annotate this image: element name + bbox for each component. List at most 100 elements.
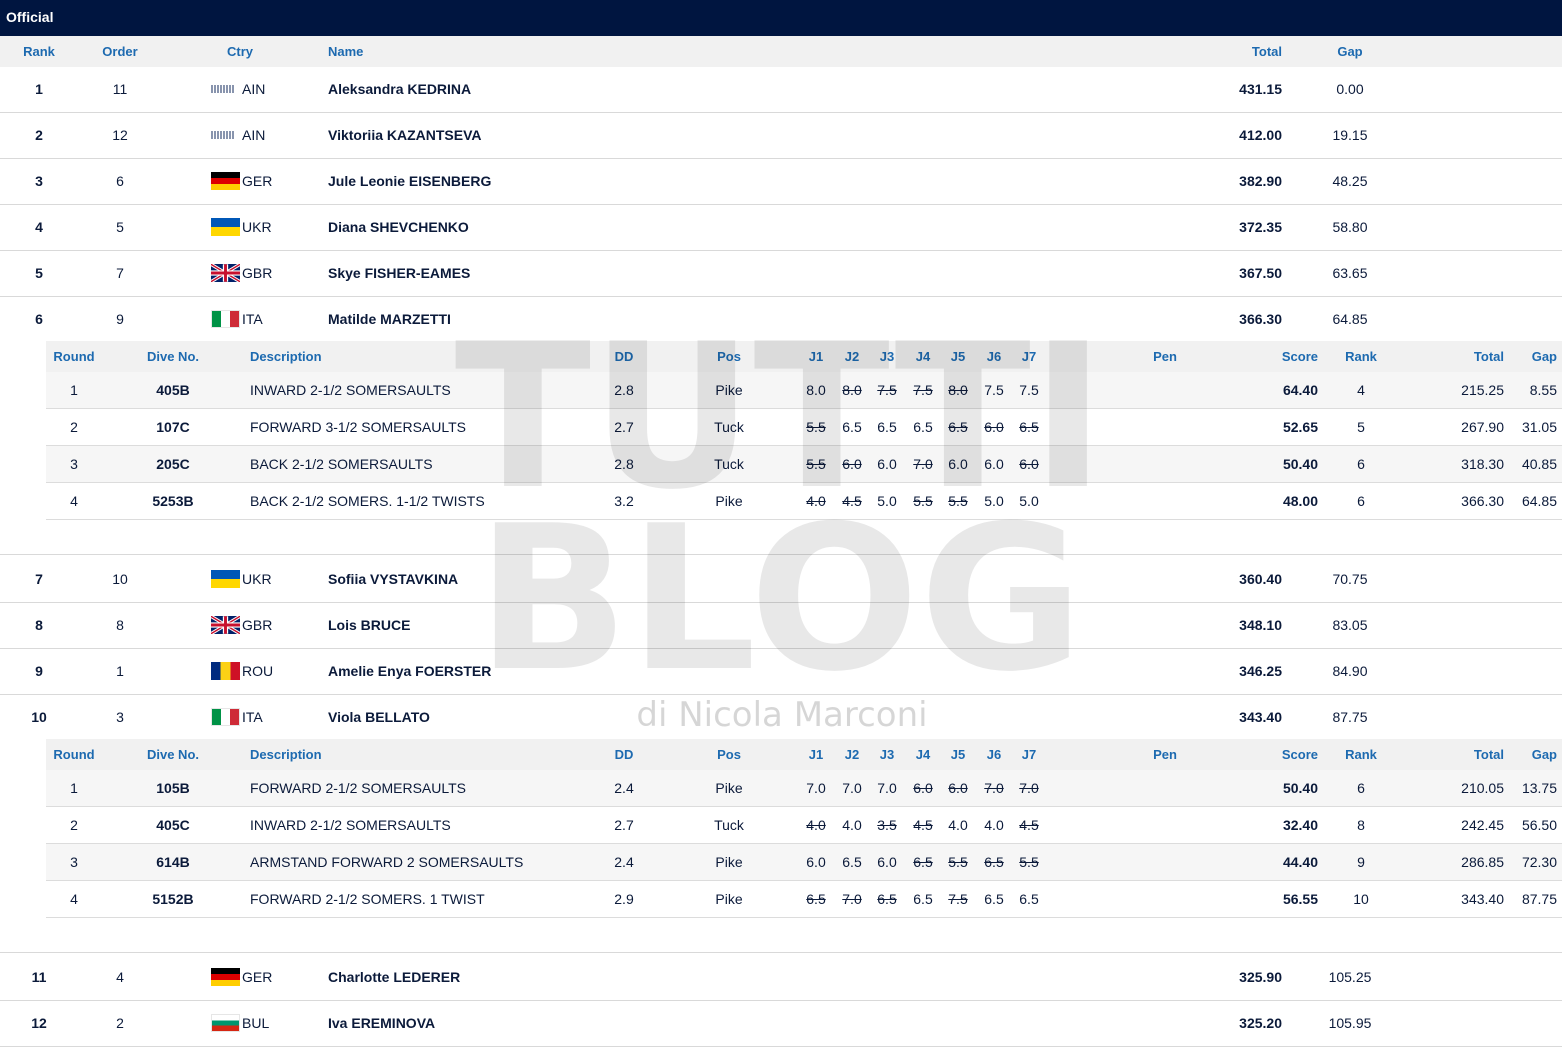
judge-score: 5.0 — [1019, 493, 1039, 509]
athlete-gap: 105.25 — [1328, 969, 1372, 985]
athlete-row[interactable]: 4 5 UKR Diana SHEVCHENKO 372.35 58.80 — [0, 205, 1562, 251]
judge-score: 8.0 — [842, 382, 862, 398]
dive-round: 2 — [70, 419, 78, 435]
athlete-name[interactable]: Diana SHEVCHENKO — [328, 205, 469, 249]
athlete-gap: 0.00 — [1336, 81, 1364, 97]
country-code: ITA — [242, 311, 263, 327]
dive-number: 205C — [156, 456, 190, 472]
dive-difficulty: 2.9 — [614, 891, 634, 907]
dive-difficulty: 2.7 — [614, 817, 634, 833]
country-code: ROU — [242, 663, 274, 679]
detail-col-j4: J4 — [915, 349, 931, 364]
athlete-name[interactable]: Sofiia VYSTAVKINA — [328, 557, 458, 601]
judge-score: 7.0 — [842, 780, 862, 796]
athlete-order: 2 — [116, 1015, 124, 1031]
detail-col-j2: J2 — [844, 349, 860, 364]
athlete-row[interactable]: 1 11 AIN Aleksandra KEDRINA 431.15 0.00 — [0, 67, 1562, 113]
athlete-total: 348.10 — [1239, 617, 1282, 633]
dive-difficulty: 2.4 — [614, 780, 634, 796]
results-table-header: Rank Order Ctry Name Total Gap — [0, 36, 1562, 67]
dive-description: FORWARD 2-1/2 SOMERS. 1 TWIST — [250, 891, 485, 907]
country-code: UKR — [242, 219, 272, 235]
athlete-order: 11 — [112, 81, 128, 97]
athlete-name[interactable]: Amelie Enya FOERSTER — [328, 649, 491, 693]
athlete-gap: 83.05 — [1332, 617, 1368, 633]
dive-difficulty: 2.8 — [614, 456, 634, 472]
athlete-gap: 48.25 — [1332, 173, 1368, 189]
athlete-total: 325.20 — [1239, 1015, 1282, 1031]
athlete-row[interactable]: 2 12 AIN Viktoriia KAZANTSEVA 412.00 19.15 — [0, 113, 1562, 159]
dive-gap: 31.05 — [1521, 419, 1557, 435]
judge-score: 7.5 — [984, 382, 1004, 398]
dive-position: Pike — [715, 382, 743, 398]
dive-rank: 9 — [1357, 854, 1365, 870]
athlete-name[interactable]: Viktoriia KAZANTSEVA — [328, 113, 482, 157]
athlete-order: 8 — [116, 617, 124, 633]
athlete-row[interactable]: 9 1 ROU Amelie Enya FOERSTER 346.25 84.90 — [0, 649, 1562, 695]
athlete-order: 4 — [116, 969, 124, 985]
dive-score: 64.40 — [1282, 382, 1318, 398]
dive-total: 215.25 — [1461, 382, 1504, 398]
col-order[interactable]: Order — [80, 36, 160, 67]
detail-col-pos: Pos — [717, 349, 741, 364]
dive-position: Pike — [715, 891, 743, 907]
country-code: AIN — [242, 81, 266, 97]
col-total[interactable]: Total — [1180, 36, 1282, 67]
athlete-rank: 7 — [35, 571, 43, 587]
dive-round: 1 — [70, 780, 78, 796]
athlete-total: 366.30 — [1239, 311, 1282, 327]
col-name[interactable]: Name — [328, 36, 363, 67]
dive-number: 5253B — [152, 493, 194, 509]
dive-difficulty: 2.4 — [614, 854, 634, 870]
athlete-row[interactable]: 8 8 GBR Lois BRUCE 348.10 83.05 — [0, 603, 1562, 649]
flag-ita-icon — [211, 310, 240, 328]
athlete-name[interactable]: Lois BRUCE — [328, 603, 410, 647]
athlete-name[interactable]: Aleksandra KEDRINA — [328, 67, 471, 111]
col-gap[interactable]: Gap — [1310, 36, 1390, 67]
athlete-name[interactable]: Charlotte LEDERER — [328, 955, 460, 999]
detail-col-round: Round — [53, 747, 95, 762]
athlete-name[interactable]: Matilde MARZETTI — [328, 297, 451, 341]
athlete-row[interactable]: 11 4 GER Charlotte LEDERER 325.90 105.25 — [0, 955, 1562, 1001]
detail-col-rank: Rank — [1345, 349, 1377, 364]
athlete-name[interactable]: Iva EREMINOVA — [328, 1001, 435, 1045]
athlete-row[interactable]: 7 10 UKR Sofiia VYSTAVKINA 360.40 70.75 — [0, 557, 1562, 603]
athlete-row[interactable]: 6 9 ITA Matilde MARZETTI 366.30 64.85 — [0, 297, 1562, 343]
detail-col-dive: Dive No. — [146, 349, 199, 364]
dive-description: FORWARD 2-1/2 SOMERSAULTS — [250, 780, 467, 796]
athlete-row[interactable]: 5 7 GBR Skye FISHER-EAMES 367.50 63.65 — [0, 251, 1562, 297]
dive-difficulty: 3.2 — [614, 493, 634, 509]
athlete-total: 372.35 — [1239, 219, 1282, 235]
dive-gap: 72.30 — [1521, 854, 1557, 870]
detail-col-j5: J5 — [950, 349, 966, 364]
dive-number: 5152B — [152, 891, 194, 907]
judge-score: 5.5 — [948, 854, 968, 870]
detail-col-dd: DD — [614, 349, 634, 364]
athlete-row[interactable]: 10 3 ITA Viola BELLATO 343.40 87.75 — [0, 695, 1562, 741]
athlete-row[interactable]: 12 2 BUL Iva EREMINOVA 325.20 105.95 — [0, 1001, 1562, 1047]
dive-total: 210.05 — [1461, 780, 1504, 796]
col-rank[interactable]: Rank — [0, 36, 78, 67]
country-code: GER — [242, 173, 273, 189]
athlete-total: 431.15 — [1239, 81, 1282, 97]
dive-total: 267.90 — [1461, 419, 1504, 435]
country-code: ITA — [242, 709, 263, 725]
dive-position: Tuck — [714, 456, 744, 472]
dive-gap: 64.85 — [1521, 493, 1557, 509]
athlete-name[interactable]: Viola BELLATO — [328, 695, 430, 739]
dive-score: 32.40 — [1282, 817, 1318, 833]
dive-rank: 10 — [1353, 891, 1369, 907]
detail-col-pos: Pos — [717, 747, 741, 762]
judge-score: 5.5 — [1019, 854, 1039, 870]
dive-description: INWARD 2-1/2 SOMERSAULTS — [250, 382, 451, 398]
judge-score: 5.5 — [806, 456, 826, 472]
flag-ukr-icon — [211, 218, 240, 236]
athlete-name[interactable]: Jule Leonie EISENBERG — [328, 159, 491, 203]
athlete-gap: 58.80 — [1332, 219, 1368, 235]
dive-details-header: Round Dive No. Description DD Pos J1 J2 J3 J4 J5 J… — [46, 341, 1562, 372]
dive-difficulty: 2.7 — [614, 419, 634, 435]
judge-score: 6.5 — [913, 854, 933, 870]
athlete-name[interactable]: Skye FISHER-EAMES — [328, 251, 470, 295]
col-country[interactable]: Ctry — [200, 36, 280, 67]
athlete-row[interactable]: 3 6 GER Jule Leonie EISENBERG 382.90 48.25 — [0, 159, 1562, 205]
